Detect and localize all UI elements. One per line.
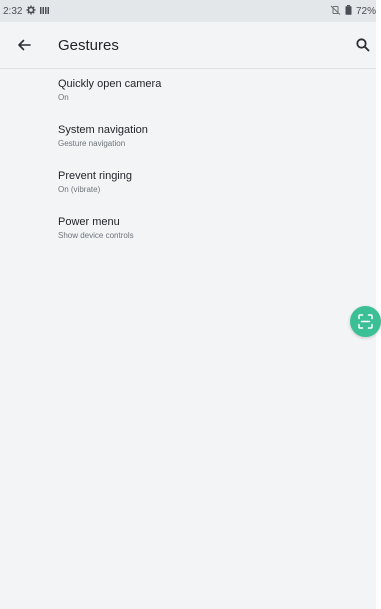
item-title: Quickly open camera [58, 78, 162, 90]
list-item-power-menu[interactable]: Power menu Show device controls [0, 206, 376, 252]
arrow-left-icon [18, 39, 31, 51]
status-right: 72% [330, 5, 376, 18]
item-subtitle: Gesture navigation [58, 139, 126, 148]
no-vibrate-icon [330, 5, 341, 18]
app-toolbar: Gestures [0, 22, 376, 69]
gestures-list: Quickly open camera On System navigation… [0, 68, 376, 252]
settings-gear-icon [26, 5, 36, 18]
item-title: Power menu [58, 216, 120, 228]
scan-frame-icon [358, 314, 373, 329]
item-subtitle: Show device controls [58, 231, 134, 240]
item-subtitle: On [58, 93, 69, 102]
settings-screen: 2:32 72% Gestures Quickly open camera On… [0, 0, 376, 609]
list-item-quickly-open-camera[interactable]: Quickly open camera On [0, 68, 376, 114]
search-icon [356, 38, 370, 52]
status-time: 2:32 [3, 6, 23, 17]
battery-icon [345, 5, 352, 18]
battery-percent: 72% [355, 6, 376, 17]
status-left: 2:32 [3, 5, 50, 18]
page-title: Gestures [58, 37, 119, 54]
search-button[interactable] [353, 35, 373, 55]
status-bar: 2:32 72% [0, 0, 376, 22]
item-subtitle: On (vibrate) [58, 185, 101, 194]
signal-bars-icon [40, 6, 50, 17]
item-title: Prevent ringing [58, 170, 132, 182]
back-button[interactable] [12, 33, 36, 57]
item-title: System navigation [58, 124, 148, 136]
list-item-prevent-ringing[interactable]: Prevent ringing On (vibrate) [0, 160, 376, 206]
screenshot-scan-button[interactable] [350, 306, 381, 337]
list-item-system-navigation[interactable]: System navigation Gesture navigation [0, 114, 376, 160]
screen-edge [376, 0, 381, 609]
